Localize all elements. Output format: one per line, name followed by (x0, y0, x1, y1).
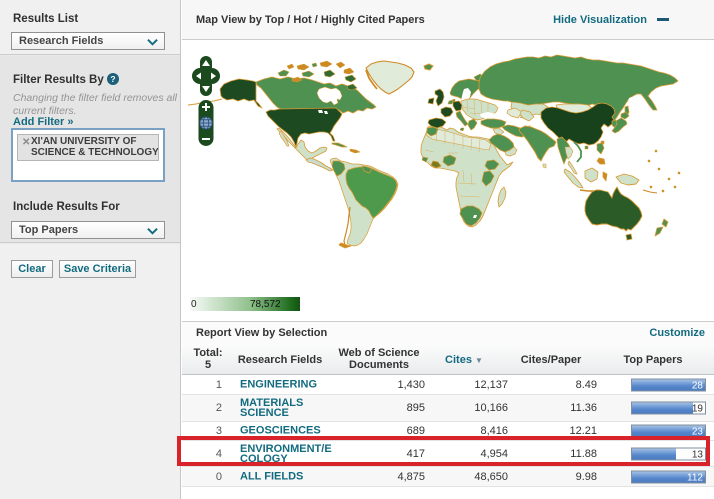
svg-text:?: ? (110, 74, 115, 84)
